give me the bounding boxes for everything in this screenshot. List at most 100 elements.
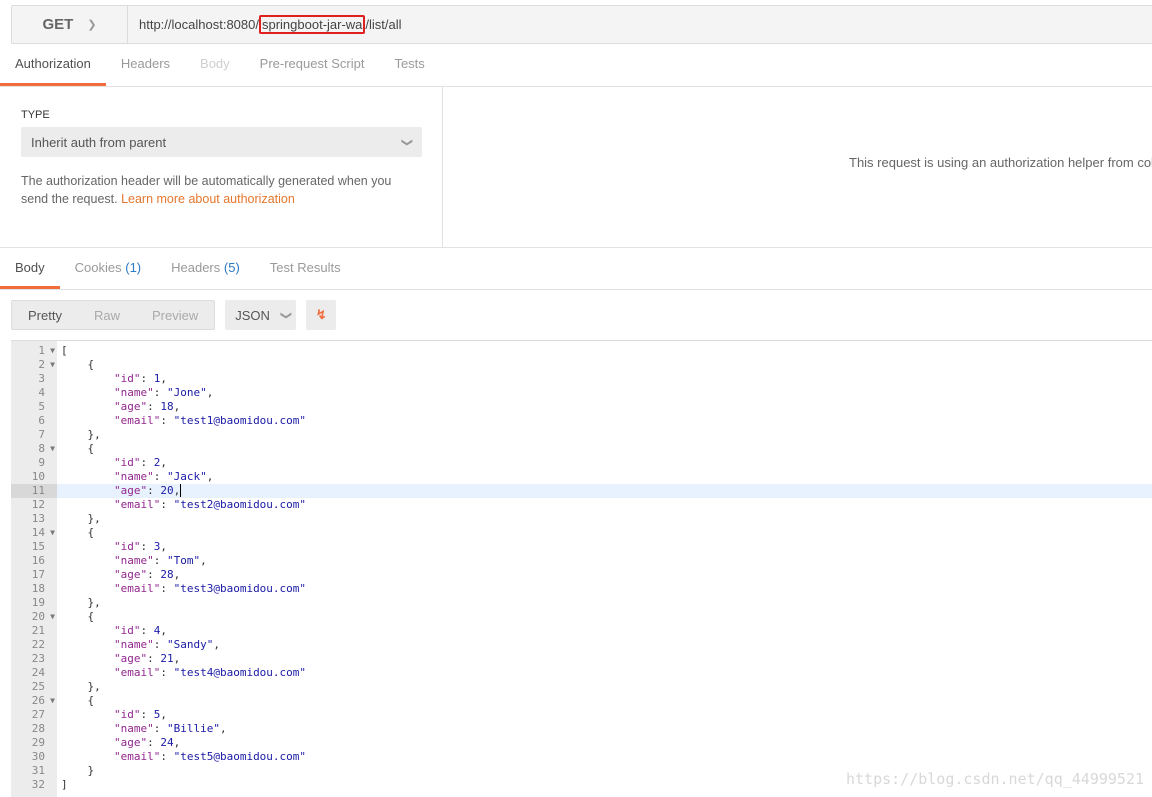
user-name: "Billie": [166, 722, 220, 735]
cookies-label: Cookies: [74, 260, 122, 275]
type-label: TYPE: [21, 109, 50, 121]
chevron-down-icon: ❯: [87, 19, 97, 31]
code-text: "id": 5,: [113, 708, 167, 721]
code-line: 12 "email": "test2@baomidou.com": [11, 498, 1152, 512]
line-number: 4: [38, 386, 45, 399]
user-age: 24: [160, 736, 174, 749]
line-number: 9: [38, 456, 45, 469]
line-number: 25: [31, 680, 45, 693]
code-text: "age": 18,: [113, 400, 181, 413]
tab-response-body[interactable]: Body: [0, 249, 60, 289]
line-number: 1 ▼: [38, 344, 55, 358]
line-number: 6: [38, 414, 45, 427]
line-number: 12: [31, 498, 45, 511]
response-tabs: Body Cookies (1) Headers (5) Test Result…: [0, 249, 1152, 290]
code-line: 1 ▼ [: [11, 344, 1152, 358]
code-text: "email": "test4@baomidou.com": [113, 666, 307, 679]
wrap-lines-icon[interactable]: ↯: [306, 300, 337, 330]
code-text: {: [61, 610, 95, 623]
tab-response-headers[interactable]: Headers (5): [156, 249, 255, 289]
line-number: 15: [31, 540, 45, 553]
pretty-button[interactable]: Pretty: [12, 301, 78, 329]
line-number: 28: [31, 722, 45, 735]
code-line: 30 "email": "test5@baomidou.com": [11, 750, 1152, 764]
auth-description: The authorization header will be automat…: [21, 172, 421, 208]
user-email: "test2@baomidou.com": [173, 498, 307, 511]
line-number: 16: [31, 554, 45, 567]
code-line: 23 "age": 21,: [11, 652, 1152, 666]
cookies-count: (1): [125, 260, 142, 275]
method-select[interactable]: GET ❯: [12, 6, 128, 43]
line-number: 11: [11, 484, 57, 498]
tab-tests[interactable]: Tests: [379, 44, 439, 86]
fold-arrow-icon[interactable]: ▼: [50, 526, 55, 540]
code-text: "id": 3,: [113, 540, 167, 553]
tab-pre-request-script[interactable]: Pre-request Script: [245, 44, 380, 86]
code-text: },: [61, 680, 101, 693]
format-label: JSON: [235, 307, 270, 323]
auth-type-select[interactable]: Inherit auth from parent ❯: [21, 127, 422, 157]
user-name: "Jack": [166, 470, 207, 483]
fold-arrow-icon[interactable]: ▼: [50, 442, 55, 456]
fold-arrow-icon[interactable]: ▼: [50, 358, 55, 372]
format-select[interactable]: JSON ❯: [225, 300, 297, 330]
line-number: 23: [31, 652, 45, 665]
line-number: 22: [31, 638, 45, 651]
line-number: 5: [38, 400, 45, 413]
user-id: 1: [153, 372, 161, 385]
url-prefix: http://localhost:8080/: [139, 17, 259, 32]
line-number: 32: [31, 778, 45, 791]
user-email: "test5@baomidou.com": [173, 750, 307, 763]
learn-more-link[interactable]: Learn more about authorization: [121, 192, 295, 206]
line-number: 14 ▼: [31, 526, 55, 540]
code-line: 28 "name": "Billie",: [11, 722, 1152, 736]
user-name: "Tom": [166, 554, 201, 567]
url-suffix: /list/all: [365, 17, 402, 32]
tab-test-results[interactable]: Test Results: [255, 249, 356, 289]
fold-arrow-icon[interactable]: ▼: [50, 610, 55, 624]
raw-button[interactable]: Raw: [78, 301, 136, 329]
code-line: 20 ▼ {: [11, 610, 1152, 624]
code-line: 4 "name": "Jone",: [11, 386, 1152, 400]
auth-type-value: Inherit auth from parent: [31, 134, 167, 150]
view-mode-group: Pretty Raw Preview: [11, 300, 216, 330]
line-number: 24: [31, 666, 45, 679]
user-age: 20: [160, 484, 174, 497]
preview-button[interactable]: Preview: [136, 301, 214, 329]
tab-headers[interactable]: Headers: [106, 44, 185, 86]
code-line: 10 "name": "Jack",: [11, 470, 1152, 484]
url-input[interactable]: http://localhost:8080/springboot-jar-wa /…: [128, 6, 402, 43]
code-line: 24 "email": "test4@baomidou.com": [11, 666, 1152, 680]
code-line: 27 "id": 5,: [11, 708, 1152, 722]
tab-body[interactable]: Body: [185, 44, 245, 86]
code-text: "email": "test2@baomidou.com": [113, 498, 307, 511]
code-line: 26 ▼ {: [11, 694, 1152, 708]
request-tabs: Authorization Headers Body Pre-request S…: [0, 44, 1152, 87]
code-line: 7 },: [11, 428, 1152, 442]
code-text: },: [61, 428, 101, 441]
auth-helper-text: This request is using an authorization h…: [849, 155, 1152, 170]
code-line: 18 "email": "test3@baomidou.com": [11, 582, 1152, 596]
user-id: 5: [153, 708, 161, 721]
code-line: 6 "email": "test1@baomidou.com": [11, 414, 1152, 428]
code-text: "email": "test5@baomidou.com": [113, 750, 307, 763]
fold-arrow-icon[interactable]: ▼: [50, 694, 55, 708]
code-line: 5 "age": 18,: [11, 400, 1152, 414]
tab-cookies[interactable]: Cookies (1): [60, 249, 156, 289]
user-age: 18: [160, 400, 174, 413]
user-age: 21: [160, 652, 174, 665]
code-text: {: [61, 358, 95, 371]
fold-arrow-icon[interactable]: ▼: [50, 344, 55, 358]
line-number: 29: [31, 736, 45, 749]
tab-authorization[interactable]: Authorization: [0, 44, 106, 86]
headers-count: (5): [223, 260, 240, 275]
user-name: "Sandy": [166, 638, 214, 651]
code-line: 8 ▼ {: [11, 442, 1152, 456]
code-text: "name": "Jone",: [113, 386, 214, 399]
code-text: {: [61, 442, 95, 455]
line-number: 27: [31, 708, 45, 721]
line-number: 26 ▼: [31, 694, 55, 708]
code-text: },: [61, 596, 101, 609]
code-text: "name": "Billie",: [113, 722, 227, 735]
response-body-editor[interactable]: 1 ▼[2 ▼ {3 "id": 1, 4 "name": "Jone", 5 "age…: [11, 340, 1152, 797]
